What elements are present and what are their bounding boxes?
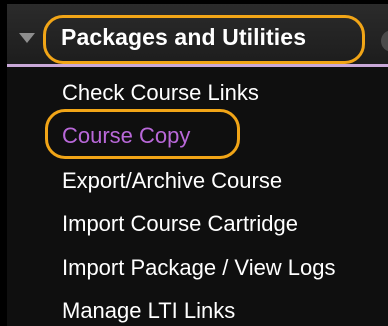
course-management-panel: Packages and Utilities Check Course Link…	[7, 4, 388, 326]
screenshot-frame: Packages and Utilities Check Course Link…	[0, 0, 388, 326]
section-title[interactable]: Packages and Utilities	[61, 24, 306, 51]
menu-item-manage-lti-links[interactable]: Manage LTI Links	[62, 298, 235, 324]
menu-item-import-course-cartridge[interactable]: Import Course Cartridge	[62, 211, 298, 237]
menu-item-export-archive-course[interactable]: Export/Archive Course	[62, 168, 282, 194]
menu-item-import-package-view-logs[interactable]: Import Package / View Logs	[62, 255, 336, 281]
packages-and-utilities-header[interactable]: Packages and Utilities	[7, 4, 388, 64]
triangle-down-icon[interactable]	[19, 33, 35, 43]
header-divider	[7, 64, 388, 67]
menu-item-course-copy[interactable]: Course Copy	[62, 123, 190, 149]
partial-circle-icon	[381, 30, 388, 52]
menu-item-check-course-links[interactable]: Check Course Links	[62, 80, 259, 106]
